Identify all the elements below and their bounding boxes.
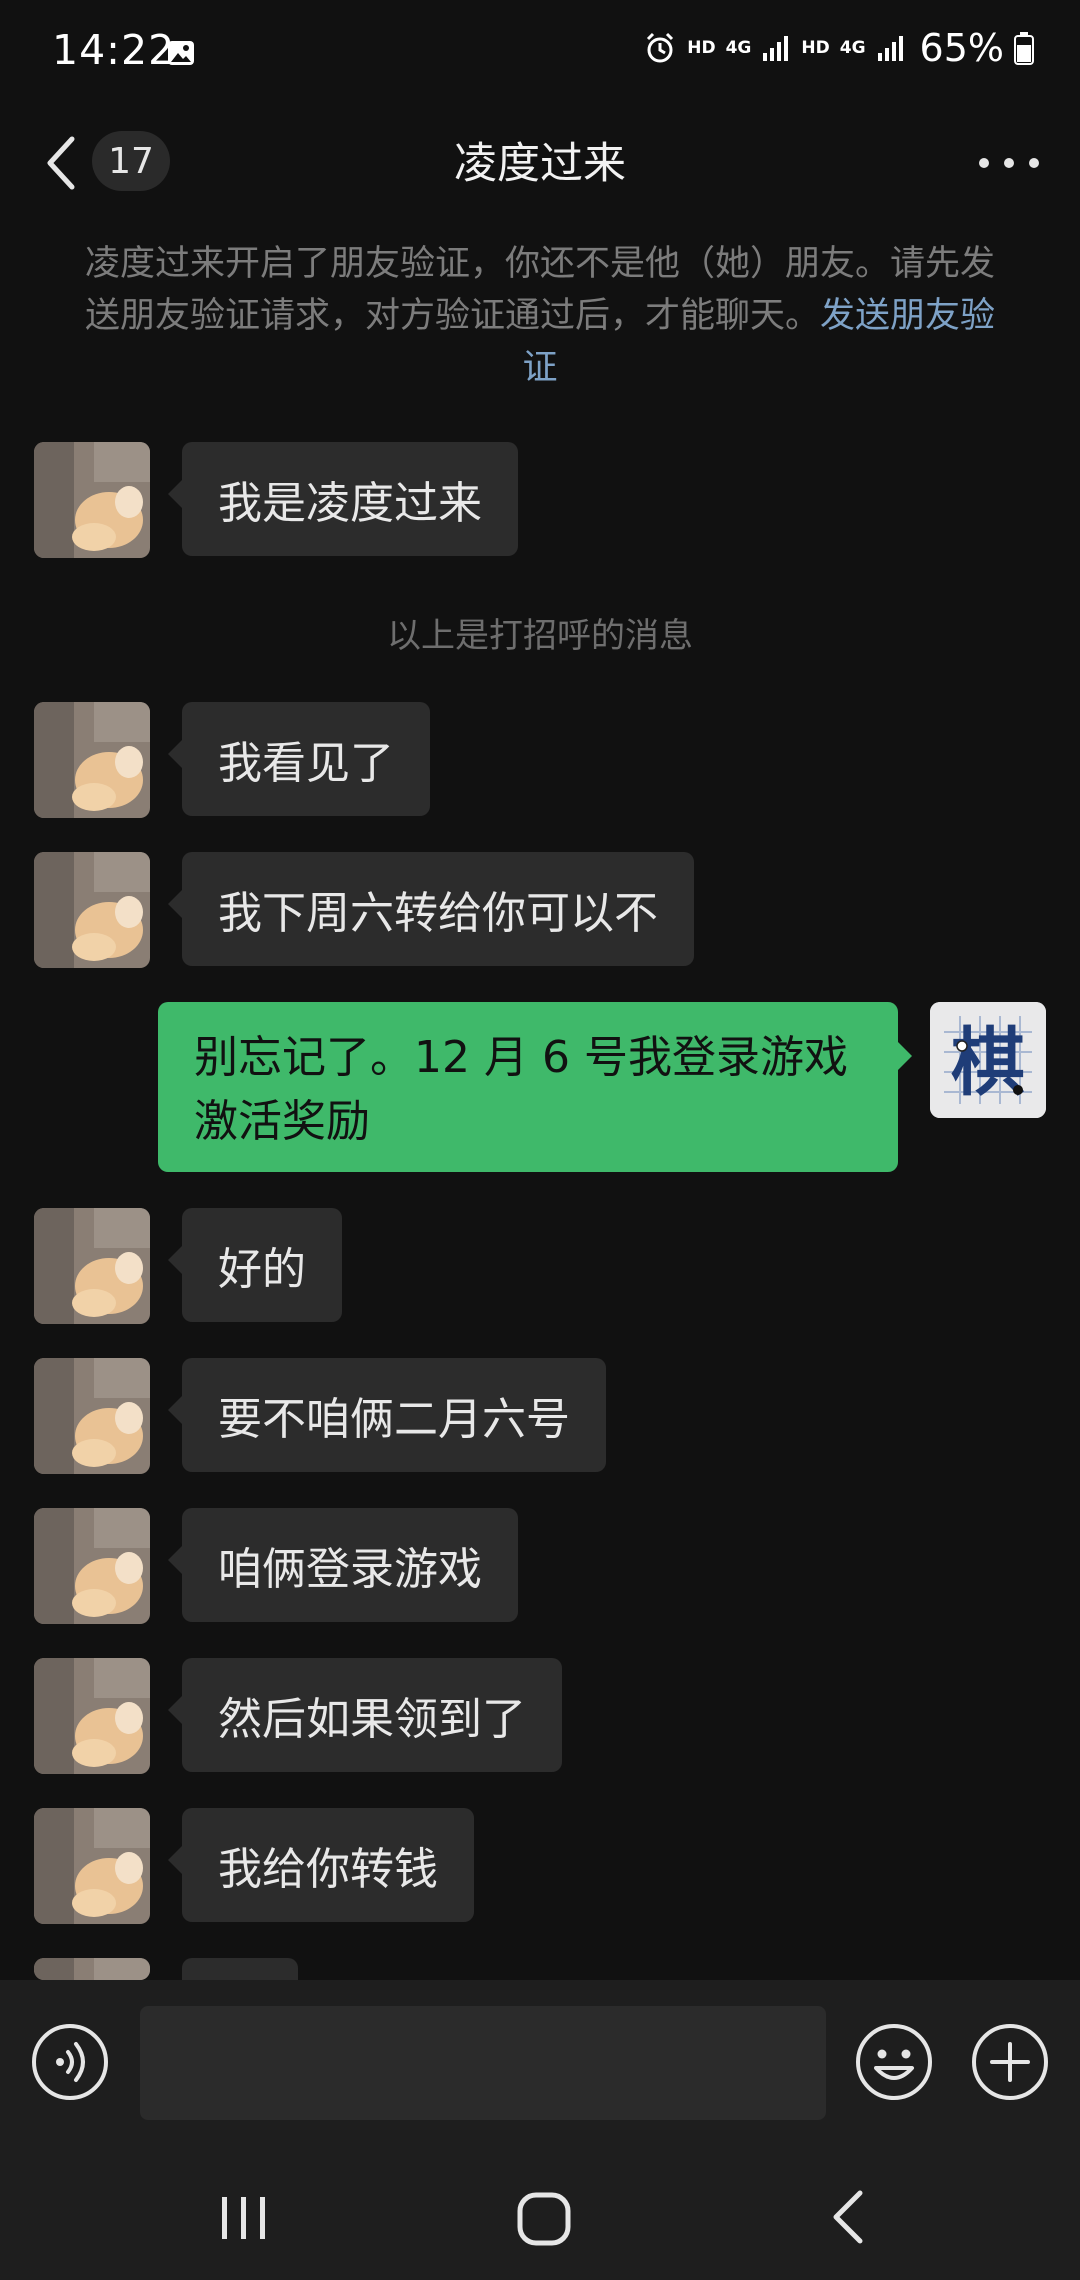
contact-avatar[interactable] [34,1808,150,1924]
message-input[interactable] [140,2006,826,2120]
message-bubble[interactable]: 然后如果领到了 [168,1658,562,1772]
voice-icon[interactable] [30,2022,110,2102]
contact-avatar-partial[interactable] [34,1958,150,1980]
emoji-icon[interactable] [854,2022,934,2102]
battery-percent: 65% [919,26,1004,70]
greeting-hint: 以上是打招呼的消息 [387,616,693,656]
avatar-glyph: 棋 [951,1020,1025,1106]
message-bubble[interactable]: 好的 [168,1208,342,1322]
network-label-2: 4G [839,38,866,58]
contact-avatar[interactable] [34,1658,150,1774]
hd-label: HD [687,38,716,58]
message-bubble[interactable]: 要不咱俩二月六号 [168,1358,606,1472]
contact-avatar[interactable] [34,442,150,558]
contact-avatar-image [34,1508,150,1624]
message-bubble[interactable]: 我给你转钱 [168,1808,474,1922]
status-icons: HD 4G HD 4G 65% [643,26,1034,70]
friend-verification-notice: 凌度过来开启了朋友验证，你还不是他（她）朋友。请先发送朋友验证请求，对方验证通过… [80,238,1000,394]
status-bar: 14:22 HD 4G HD 4G 65% [0,0,1080,105]
more-dots-icon[interactable] [974,145,1044,181]
contact-avatar-image [34,1208,150,1324]
signal-icon [763,36,789,61]
signal-icon-2 [877,36,903,61]
my-message-bubble[interactable]: 别忘记了。12 月 6 号我登录游戏激活奖励 [158,1002,912,1172]
message-bubble-partial[interactable] [182,1958,298,1980]
contact-avatar-image [34,1658,150,1774]
message-bubble[interactable]: 我下周六转给你可以不 [168,852,694,966]
gallery-icon [168,41,194,65]
contact-avatar-image [34,1958,150,1980]
chat-title: 凌度过来 [454,139,626,189]
nav-back-icon[interactable] [826,2187,870,2247]
my-avatar[interactable]: 棋 [930,1002,1046,1118]
chat-header: 17 凌度过来 [0,105,1080,215]
contact-avatar-image [34,1358,150,1474]
chess-avatar-image: 棋 [930,1002,1046,1118]
contact-avatar-image [34,702,150,818]
contact-avatar[interactable] [34,702,150,818]
contact-avatar-image [34,1808,150,1924]
contact-avatar[interactable] [34,1358,150,1474]
battery-icon [1014,32,1034,65]
system-nav-bar [0,2155,1080,2280]
contact-avatar-image [34,852,150,968]
status-time: 14:22 [52,26,176,74]
plus-icon[interactable] [970,2022,1050,2102]
hd-label-2: HD [801,38,830,58]
recents-icon[interactable] [214,2191,274,2245]
alarm-icon [647,32,674,63]
message-bubble[interactable]: 咱俩登录游戏 [168,1508,518,1622]
contact-avatar[interactable] [34,1508,150,1624]
contact-avatar-image [34,442,150,558]
contact-avatar[interactable] [34,1208,150,1324]
network-label: 4G [725,38,752,58]
home-icon[interactable] [514,2189,574,2249]
message-bubble[interactable]: 我看见了 [168,702,430,816]
contact-avatar[interactable] [34,852,150,968]
input-bar [0,1980,1080,2155]
message-bubble[interactable]: 我是凌度过来 [168,442,518,556]
